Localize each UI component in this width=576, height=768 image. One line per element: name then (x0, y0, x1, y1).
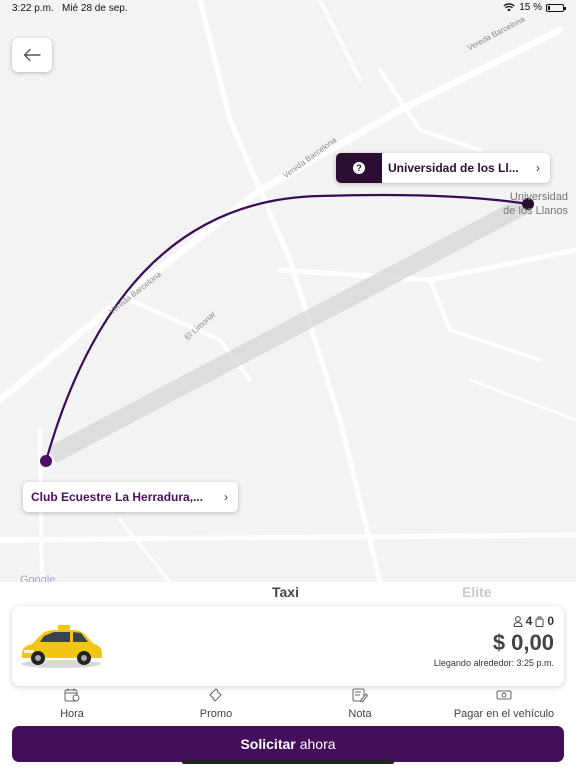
origin-label: Club Ecuestre La Herradura,... (31, 490, 204, 504)
taxi-car-image (21, 625, 102, 668)
ticket-icon (209, 688, 222, 702)
option-label: Nota (348, 708, 372, 720)
calendar-clock-icon (64, 688, 80, 702)
chevron-right-icon: › (224, 490, 228, 504)
option-label: Hora (60, 708, 84, 720)
capacity-info: 4 0 (513, 614, 554, 628)
bottom-sheet: Taxi Elite 4 0 $ 0,00 Llegando alrededor… (0, 582, 576, 768)
back-button[interactable] (12, 38, 52, 72)
request-rest: ahora (299, 736, 336, 752)
status-time: 3:22 p.m. (12, 3, 54, 14)
ride-options: Hora Promo Nota Pagar en el vehículo (0, 688, 576, 724)
question-icon: ? (353, 162, 365, 174)
status-right: 15 % (503, 2, 566, 13)
option-hora[interactable]: Hora (42, 688, 102, 722)
home-indicator (182, 760, 394, 764)
option-nota[interactable]: Nota (330, 688, 390, 722)
destination-place-label: Universidad de los Llanos (478, 190, 568, 218)
battery-icon (546, 3, 566, 12)
destination-card[interactable]: ? Universidad de los Ll... › (336, 153, 550, 183)
battery-percent: 15 % (519, 2, 542, 13)
origin-marker (40, 455, 52, 467)
google-attribution: Google (20, 574, 56, 582)
origin-card[interactable]: Club Ecuestre La Herradura,... › (23, 482, 238, 512)
place-line: Universidad (509, 191, 568, 203)
option-promo[interactable]: Promo (186, 688, 246, 722)
request-bold: Solicitar (240, 736, 296, 752)
note-icon (352, 688, 368, 702)
arrow-left-icon (23, 48, 41, 62)
luggage-count: 0 (547, 614, 554, 628)
place-line: de los Llanos (503, 205, 568, 217)
destination-label: Universidad de los Ll... (388, 161, 519, 175)
vehicle-card[interactable]: 4 0 $ 0,00 Llegando alrededor: 3:25 p.m. (12, 606, 564, 686)
tab-elite[interactable]: Elite (462, 584, 492, 600)
cash-icon (496, 690, 512, 700)
chevron-right-icon: › (536, 161, 540, 175)
option-pagar-en-vehiculo[interactable]: Pagar en el vehículo (444, 688, 564, 722)
option-label: Pagar en el vehículo (453, 708, 555, 720)
arrival-estimate: Llegando alrededor: 3:25 p.m. (433, 658, 554, 668)
person-icon (513, 615, 523, 627)
status-bar: 3:22 p.m. Mié 28 de sep. 15 % (0, 0, 576, 18)
passenger-count: 4 (525, 614, 533, 628)
price: $ 0,00 (492, 630, 554, 655)
wifi-icon (503, 3, 515, 12)
request-button[interactable]: Solicitar ahora (12, 726, 564, 762)
luggage-icon (535, 616, 544, 627)
option-label: Promo (199, 708, 233, 720)
destination-badge: ? (336, 153, 382, 183)
service-tabs: Taxi Elite (0, 582, 576, 604)
status-date: Mié 28 de sep. (62, 3, 128, 14)
tab-taxi[interactable]: Taxi (272, 584, 299, 600)
